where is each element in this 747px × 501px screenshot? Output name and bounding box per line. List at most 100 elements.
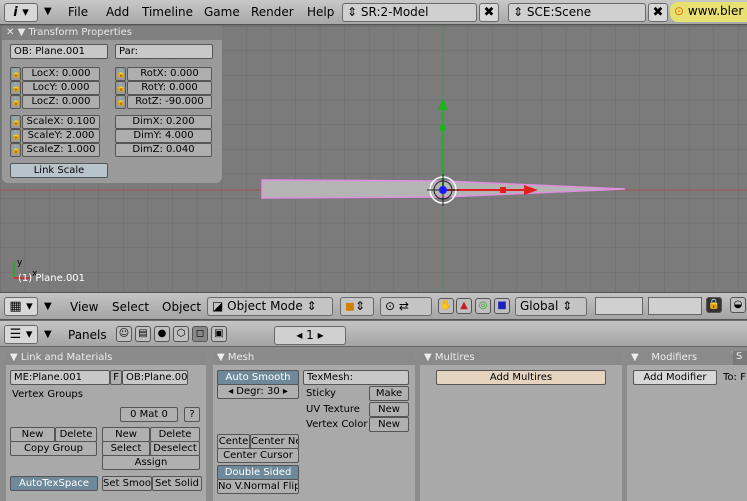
object-context-icon[interactable]: ⬡	[173, 326, 189, 342]
material-index-field[interactable]: 0 Mat 0	[120, 407, 178, 422]
vgroup-new-button[interactable]: New	[10, 427, 55, 442]
lock-icon[interactable]: 🔒	[10, 81, 21, 95]
material-assign-button[interactable]: Assign	[102, 455, 200, 470]
draw-type-selector[interactable]: ◼⇕	[340, 297, 374, 316]
lock-icon[interactable]: 🔒	[10, 67, 21, 81]
editor-type-button[interactable]: ▦ ▾	[4, 297, 38, 316]
autotexspace-toggle[interactable]: AutoTexSpace	[10, 476, 98, 491]
translate-icon[interactable]: ▲	[456, 298, 472, 314]
object-name-field[interactable]: OB: Plane.001	[10, 44, 108, 59]
menu-game[interactable]: Game	[204, 5, 240, 19]
layer-buttons-left[interactable]	[595, 297, 643, 315]
grid-icon: ▦	[9, 299, 22, 314]
add-multires-button[interactable]: Add Multires	[436, 370, 606, 385]
auto-smooth-toggle[interactable]: Auto Smooth	[217, 370, 299, 385]
fake-user-button[interactable]: F	[110, 370, 122, 385]
screen-selector[interactable]: ⇕ SR:2-Model	[342, 3, 477, 22]
material-delete-button[interactable]: Delete	[150, 427, 200, 442]
degree-field[interactable]: ◂ Degr: 30 ▸	[217, 384, 299, 399]
uv-texture-new-button[interactable]: New	[369, 402, 409, 417]
lock-layers-icon[interactable]: 🔒	[706, 297, 722, 313]
panels-menu[interactable]: Panels	[68, 328, 107, 342]
lock-icon[interactable]: 🔒	[115, 67, 126, 81]
rotx-field[interactable]: RotX: 0.000	[127, 67, 212, 81]
window-type-button[interactable]: i ▾	[4, 3, 38, 22]
close-icon[interactable]: ✕	[6, 27, 14, 38]
locz-field[interactable]: LocZ: 0.000	[22, 95, 100, 109]
parent-field[interactable]: Par:	[115, 44, 213, 59]
material-deselect-button[interactable]: Deselect	[150, 441, 200, 456]
lock-icon[interactable]: 🔒	[10, 115, 21, 129]
mode-selector[interactable]: ◪ Object Mode ⇕	[207, 297, 333, 316]
collapse-icon[interactable]: ▼	[18, 27, 26, 38]
menu-render[interactable]: Render	[251, 5, 294, 19]
collapse-menu-icon[interactable]: ▼	[44, 329, 52, 340]
scene-context-icon[interactable]: ▣	[211, 326, 227, 342]
vgroup-delete-button[interactable]: Delete	[55, 427, 97, 442]
vertex-color-new-button[interactable]: New	[369, 417, 409, 432]
center-new-button[interactable]: Center Ne	[250, 434, 299, 449]
dimx-field[interactable]: DimX: 0.200	[115, 115, 212, 129]
sticky-make-button[interactable]: Make	[369, 386, 409, 401]
menu-object[interactable]: Object	[162, 300, 201, 314]
locy-field[interactable]: LocY: 0.000	[22, 81, 100, 95]
rotate-icon[interactable]: ◎	[475, 298, 491, 314]
menu-timeline[interactable]: Timeline	[142, 5, 193, 19]
object-name-field[interactable]: OB:Plane.001	[122, 370, 188, 385]
collapse-menu-icon[interactable]: ▼	[44, 6, 52, 17]
material-help-button[interactable]: ?	[184, 407, 200, 422]
lock-icon[interactable]: 🔒	[115, 95, 126, 109]
shading-context-icon[interactable]: ●	[154, 326, 170, 342]
editing-context-icon[interactable]: ◻	[192, 326, 208, 342]
lock-icon[interactable]: 🔒	[10, 129, 21, 143]
copy-group-button[interactable]: Copy Group	[10, 441, 97, 456]
scene-selector[interactable]: ⇕ SCE:Scene	[508, 3, 646, 22]
menu-file[interactable]: File	[68, 5, 88, 19]
menu-view[interactable]: View	[70, 300, 98, 314]
mesh-name-field[interactable]: ME:Plane.001	[10, 370, 110, 385]
layer-buttons-right[interactable]	[648, 297, 702, 315]
roty-field[interactable]: RotY: 0.000	[127, 81, 212, 95]
shapes-tab[interactable]: S	[733, 351, 747, 365]
link-materials-header[interactable]: ▼ Link and Materials	[6, 351, 206, 365]
set-smooth-button[interactable]: Set Smoo	[102, 476, 152, 491]
delete-scene-button[interactable]: ✖	[648, 3, 668, 22]
dimy-field[interactable]: DimY: 4.000	[115, 129, 212, 143]
menu-select[interactable]: Select	[112, 300, 149, 314]
material-new-button[interactable]: New	[102, 427, 150, 442]
scalex-field[interactable]: ScaleX: 0.100	[22, 115, 100, 129]
collapse-menu-icon[interactable]: ▼	[44, 301, 52, 312]
delete-screen-button[interactable]: ✖	[479, 3, 499, 22]
material-select-button[interactable]: Select	[102, 441, 150, 456]
script-context-icon[interactable]: ▤	[135, 326, 151, 342]
lock-icon[interactable]: 🔒	[10, 95, 21, 109]
modifiers-header[interactable]: ▼ Modifiers	[627, 351, 733, 365]
dimz-field[interactable]: DimZ: 0.040	[115, 143, 212, 157]
menu-help[interactable]: Help	[307, 5, 334, 19]
locx-field[interactable]: LocX: 0.000	[22, 67, 100, 81]
no-vnormal-flip-toggle[interactable]: No V.Normal Flip	[217, 479, 299, 494]
link-scale-button[interactable]: Link Scale	[10, 163, 108, 178]
scale-icon[interactable]: ■	[494, 298, 510, 314]
mesh-header[interactable]: ▼ Mesh	[213, 351, 415, 365]
render-icon[interactable]: ◒	[730, 297, 746, 313]
multires-header[interactable]: ▼ Multires	[420, 351, 622, 365]
center-button[interactable]: Cente	[217, 434, 250, 449]
editor-type-button[interactable]: ☰ ▾	[4, 325, 38, 344]
frame-number-field[interactable]: ◂ 1 ▸	[274, 326, 346, 345]
center-cursor-button[interactable]: Center Cursor	[217, 448, 299, 463]
add-modifier-button[interactable]: Add Modifier	[633, 370, 717, 385]
menu-add[interactable]: Add	[106, 5, 129, 19]
logic-context-icon[interactable]: ☺	[116, 326, 132, 342]
scaley-field[interactable]: ScaleY: 2.000	[22, 129, 100, 143]
pivot-selector[interactable]: ⊙ ⇄	[380, 297, 432, 316]
scalez-field[interactable]: ScaleZ: 1.000	[22, 143, 100, 157]
manipulator-hand-icon[interactable]: ✋	[438, 298, 454, 314]
rotz-field[interactable]: RotZ: -90.000	[127, 95, 212, 109]
orientation-selector[interactable]: Global ⇕	[515, 297, 587, 316]
set-solid-button[interactable]: Set Solid	[152, 476, 202, 491]
lock-icon[interactable]: 🔒	[10, 143, 21, 157]
texmesh-field[interactable]: TexMesh:	[303, 370, 409, 385]
double-sided-toggle[interactable]: Double Sided	[217, 465, 299, 480]
lock-icon[interactable]: 🔒	[115, 81, 126, 95]
